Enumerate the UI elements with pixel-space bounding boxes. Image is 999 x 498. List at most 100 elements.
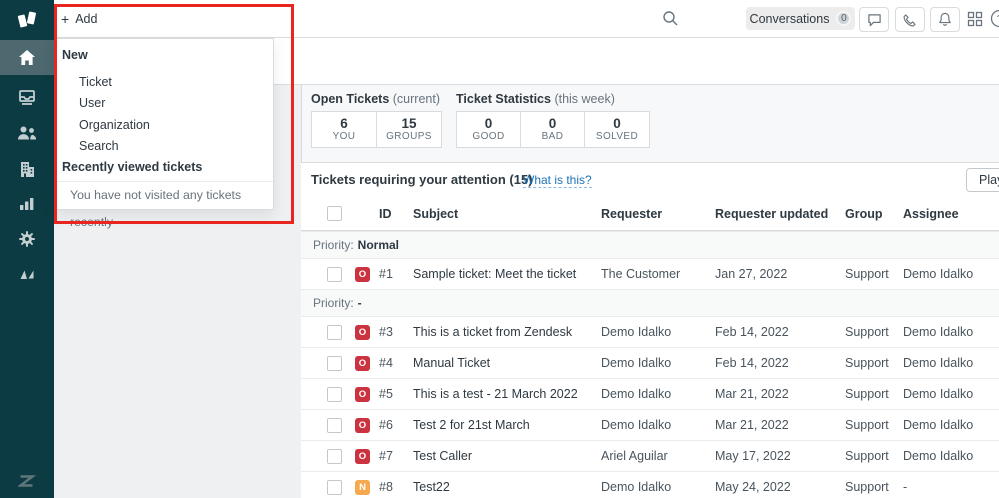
stat-groups[interactable]: 15 GROUPS [376,111,442,148]
ticket-id[interactable]: #5 [379,387,413,401]
table-row[interactable]: O #6 Test 2 for 21st March Demo Idalko Mar 2… [301,409,999,440]
column-requester[interactable]: Requester [601,207,715,221]
column-id[interactable]: ID [379,207,413,221]
help-icon[interactable]: ? [990,9,999,28]
row-checkbox-cell [327,386,355,402]
ticket-id[interactable]: #4 [379,356,413,370]
menu-item-organization[interactable]: Organization [55,115,273,136]
select-all-checkbox[interactable] [327,206,342,221]
chat-button[interactable] [859,7,889,32]
open-tickets-stats: 6 YOU 15 GROUPS [311,111,442,148]
status-badge: O [355,417,370,433]
ticket-group: Support [845,449,889,463]
ticket-requester: Demo Idalko [601,480,672,494]
open-tickets-subtitle: (current) [392,92,440,106]
table-row[interactable]: N #8 Test22 Demo Idalko May 24, 2022 Support - [301,471,999,498]
table-header-row: ID Subject Requester Requester updated G… [301,197,999,231]
ticket-subject[interactable]: Manual Ticket [413,356,601,370]
ticket-requester: Ariel Aguilar [601,449,668,463]
row-checkbox-cell [327,266,355,282]
menu-section-new: New [62,48,88,62]
header-checkbox-cell [327,206,355,221]
nav-reporting[interactable] [0,186,54,221]
status-cell: O [355,448,379,464]
ticket-statistics-title-text: Ticket Statistics [456,92,551,106]
ticket-requester: Demo Idalko [601,418,672,432]
search-icon[interactable] [662,10,679,27]
row-checkbox[interactable] [327,355,342,371]
ticket-id[interactable]: #7 [379,449,413,463]
phone-icon [903,13,916,27]
ticket-subject[interactable]: This is a ticket from Zendesk [413,325,601,339]
ticket-subject[interactable]: This is a test - 21 March 2022 [413,387,601,401]
table-row[interactable]: O #3 This is a ticket from Zendesk Demo Ida… [301,316,999,347]
status-badge: N [355,479,370,495]
nav-home[interactable] [0,40,54,75]
ticket-requester-updated: Mar 21, 2022 [715,387,789,401]
row-checkbox-cell [327,324,355,340]
row-checkbox[interactable] [327,448,342,464]
add-button[interactable]: + Add [61,0,97,37]
priority-value: - [357,296,362,310]
attention-title: Tickets requiring your attention (15) [311,172,533,187]
ticket-subject[interactable]: Test 2 for 21st March [413,418,601,432]
stat-groups-value: 15 [401,116,417,131]
status-cell: O [355,386,379,402]
row-checkbox[interactable] [327,417,342,433]
views-icon [19,90,35,105]
ticket-assignee: Demo Idalko [903,325,974,339]
product-logo-icon[interactable] [0,5,54,35]
row-checkbox[interactable] [327,266,342,282]
row-checkbox[interactable] [327,479,342,495]
stat-solved-value: 0 [613,116,621,131]
conversations-button[interactable]: Conversations 0 [746,7,855,30]
row-checkbox-cell [327,417,355,433]
phone-button[interactable] [895,7,925,32]
menu-item-user[interactable]: User [55,93,273,114]
stat-bad[interactable]: 0 BAD [520,111,585,148]
column-group[interactable]: Group [845,207,903,221]
column-subject[interactable]: Subject [413,207,601,221]
apps-grid-icon[interactable] [967,11,983,27]
nav-admin[interactable] [0,221,54,256]
table-row[interactable]: O #4 Manual Ticket Demo Idalko Feb 14, 2022 S… [301,347,999,378]
ticket-subject[interactable]: Sample ticket: Meet the ticket [413,267,601,281]
ticket-subject[interactable]: Test22 [413,480,601,494]
ticket-requester-updated: May 24, 2022 [715,480,791,494]
what-is-this-link[interactable]: What is this? [523,173,592,188]
notifications-button[interactable] [930,7,960,32]
conversations-label: Conversations [749,11,830,26]
table-row[interactable]: O #7 Test Caller Ariel Aguilar May 17, 2022 S… [301,440,999,471]
nav-views[interactable] [0,80,54,115]
play-button[interactable]: Play [966,168,999,192]
stat-you[interactable]: 6 YOU [311,111,377,148]
stat-bad-label: BAD [541,131,564,142]
status-cell: O [355,266,379,282]
add-dropdown-menu: New Ticket User Organization Search Rece… [54,38,274,229]
nav-customers[interactable] [0,115,54,150]
column-requester-updated[interactable]: Requester updated [715,207,845,221]
ticket-id[interactable]: #1 [379,267,413,281]
stat-solved[interactable]: 0 SOLVED [584,111,650,148]
row-checkbox[interactable] [327,324,342,340]
table-row[interactable]: O #5 This is a test - 21 March 2022 Demo Id… [301,378,999,409]
products-icon [20,270,34,279]
row-checkbox[interactable] [327,386,342,402]
column-assignee[interactable]: Assignee [903,207,999,221]
stat-good[interactable]: 0 GOOD [456,111,521,148]
menu-item-search[interactable]: Search [55,136,273,157]
status-cell: O [355,324,379,340]
priority-group-row: Priority: Normal [301,231,999,258]
ticket-table-rows: Priority: Normal O #1 Sample ticket: Meet th… [301,231,999,498]
ticket-id[interactable]: #3 [379,325,413,339]
attention-header: Tickets requiring your attention (15) Wh… [301,163,999,197]
table-row[interactable]: O #1 Sample ticket: Meet the ticket The Cus… [301,258,999,289]
ticket-statistics-stats: 0 GOOD 0 BAD 0 SOLVED [456,111,650,148]
nav-products[interactable] [0,256,54,291]
ticket-subject[interactable]: Test Caller [413,449,601,463]
menu-item-ticket[interactable]: Ticket [55,72,273,93]
ticket-id[interactable]: #6 [379,418,413,432]
stat-good-value: 0 [484,116,493,131]
nav-organizations[interactable] [0,151,54,186]
ticket-id[interactable]: #8 [379,480,413,494]
